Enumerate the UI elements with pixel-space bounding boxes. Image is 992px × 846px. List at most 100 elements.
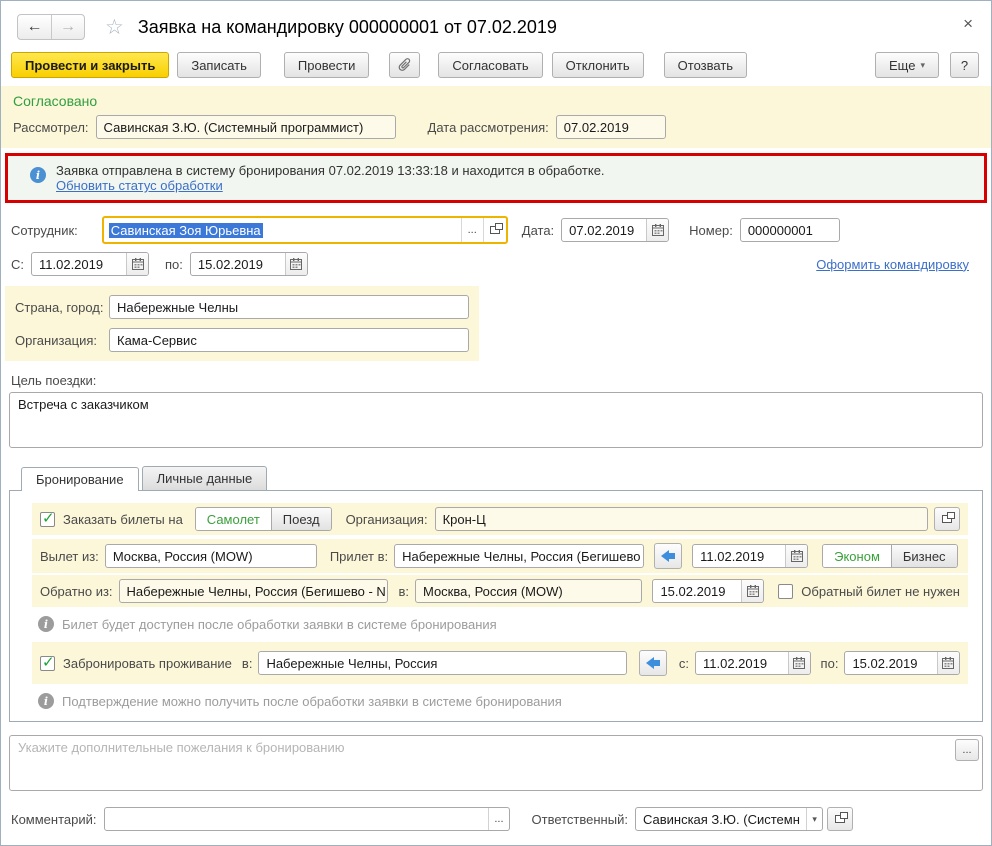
- notification-message: Заявка отправлена в систему бронирования…: [56, 163, 605, 178]
- review-date-field[interactable]: 07.02.2019: [555, 115, 666, 139]
- info-icon: i: [38, 616, 54, 632]
- withdraw-button[interactable]: Отозвать: [663, 52, 748, 78]
- attachments-button[interactable]: [389, 52, 421, 78]
- no-return-ticket-checkbox[interactable]: [778, 583, 794, 599]
- more-label: Еще: [889, 57, 916, 73]
- order-tickets-checkbox[interactable]: ✓: [40, 510, 55, 527]
- date-calendar-button[interactable]: [646, 219, 669, 241]
- lodging-to-calendar-button[interactable]: [936, 652, 959, 674]
- toolbar: Провести и закрыть Записать Провести Сог…: [1, 48, 991, 86]
- forward-arrow-icon: →: [60, 18, 76, 35]
- tab-personal-data[interactable]: Личные данные: [141, 466, 268, 490]
- help-button[interactable]: ?: [950, 52, 979, 78]
- ticket-organization-label: Организация:: [345, 511, 428, 527]
- responsible-field[interactable]: Савинская З.Ю. (Системн ▾: [634, 807, 823, 831]
- calendar-icon: [651, 224, 664, 236]
- more-button[interactable]: Еще ▾: [875, 52, 939, 78]
- footer-row: Комментарий: ... Ответственный: Савинска…: [1, 807, 991, 831]
- destination-label: Страна, город:: [15, 299, 104, 315]
- save-button[interactable]: Записать: [177, 52, 261, 78]
- period-from-value: 11.02.2019: [39, 256, 104, 272]
- employee-field[interactable]: Савинская Зоя Юрьевна ...: [101, 216, 508, 244]
- ticket-organization-open-button[interactable]: [934, 507, 960, 531]
- organization-label: Организация:: [15, 332, 98, 348]
- employee-open-button[interactable]: [482, 218, 506, 242]
- lodging-to-field[interactable]: 15.02.2019: [844, 651, 960, 675]
- class-switch: Эконом Бизнес: [822, 544, 958, 568]
- destination-field[interactable]: Набережные Челны: [109, 295, 469, 319]
- refresh-status-link[interactable]: Обновить статус обработки: [56, 178, 223, 193]
- comment-more-button[interactable]: ...: [488, 808, 508, 830]
- return-date-field[interactable]: 15.02.2019: [652, 579, 765, 603]
- depart-from-label: Вылет из:: [40, 548, 99, 564]
- responsible-dropdown-button[interactable]: ▾: [806, 808, 822, 830]
- post-and-close-button[interactable]: Провести и закрыть: [11, 52, 170, 78]
- lodging-to-label: по:: [820, 655, 839, 671]
- depart-date-field[interactable]: 11.02.2019: [692, 544, 809, 568]
- depart-from-field[interactable]: Москва, Россия (MOW): [104, 544, 317, 568]
- forward-button[interactable]: →: [51, 15, 84, 39]
- copy-dates-button[interactable]: [654, 543, 683, 569]
- return-from-field[interactable]: Набережные Челны, Россия (Бегишево - N: [118, 579, 389, 603]
- period-to-value: 15.02.2019: [197, 256, 263, 272]
- return-date-calendar-button[interactable]: [741, 580, 764, 602]
- arrive-to-field[interactable]: Набережные Челны, Россия (Бегишево: [394, 544, 645, 568]
- period-from-calendar-button[interactable]: [126, 253, 148, 275]
- create-trip-link[interactable]: Оформить командировку: [816, 257, 969, 272]
- period-from-field[interactable]: 11.02.2019: [31, 252, 149, 276]
- ticket-organization-field[interactable]: Крон-Ц: [434, 507, 928, 531]
- comment-label: Комментарий:: [11, 811, 97, 827]
- blue-left-arrow-icon: [645, 657, 660, 669]
- lodging-from-field[interactable]: 11.02.2019: [695, 651, 811, 675]
- purpose-textarea[interactable]: Встреча с заказчиком: [9, 392, 983, 448]
- reviewer-field[interactable]: Савинская З.Ю. (Системный программист): [95, 115, 396, 139]
- period-to-calendar-button[interactable]: [284, 253, 307, 275]
- copy-lodging-dates-button[interactable]: [638, 650, 667, 676]
- outbound-flight-row: Вылет из: Москва, Россия (MOW) Прилет в:…: [32, 539, 968, 573]
- return-to-field[interactable]: Москва, Россия (MOW): [414, 579, 643, 603]
- calendar-icon: [131, 258, 144, 270]
- decline-button[interactable]: Отклонить: [551, 52, 644, 78]
- approval-panel: Согласовано Рассмотрел: Савинская З.Ю. (…: [1, 86, 991, 148]
- post-button[interactable]: Провести: [283, 52, 370, 78]
- info-icon: i: [38, 693, 54, 709]
- approval-status: Согласовано: [13, 93, 98, 109]
- lodging-note-row: i Подтверждение можно получить после обр…: [38, 693, 968, 709]
- class-economy-option[interactable]: Эконом: [823, 545, 891, 567]
- lodging-checkbox[interactable]: ✓: [40, 654, 55, 671]
- purpose-label: Цель поездки:: [11, 373, 97, 388]
- approve-button[interactable]: Согласовать: [438, 52, 543, 78]
- responsible-value: Савинская З.Ю. (Системн: [642, 811, 800, 827]
- depart-date-calendar-button[interactable]: [785, 545, 808, 567]
- transport-train-option[interactable]: Поезд: [270, 508, 331, 530]
- number-field[interactable]: 000000001: [739, 218, 840, 242]
- destination-panel: Страна, город: Набережные Челны Организа…: [5, 286, 479, 361]
- back-button[interactable]: ←: [18, 15, 51, 39]
- open-form-icon: [834, 812, 848, 823]
- wishes-more-button[interactable]: ...: [955, 739, 979, 761]
- paperclip-icon: [398, 58, 411, 71]
- comment-field[interactable]: ...: [103, 807, 510, 831]
- favorite-star-icon[interactable]: ☆: [105, 15, 124, 40]
- wishes-textarea[interactable]: Укажите дополнительные пожелания к брони…: [9, 735, 983, 791]
- employee-row: Сотрудник: Савинская Зоя Юрьевна ... Дат…: [1, 216, 991, 244]
- close-icon[interactable]: ×: [957, 14, 979, 34]
- responsible-open-button[interactable]: [826, 807, 853, 831]
- period-to-field[interactable]: 15.02.2019: [189, 252, 308, 276]
- class-business-option[interactable]: Бизнес: [890, 545, 957, 567]
- transport-plane-option[interactable]: Самолет: [195, 508, 271, 530]
- organization-field[interactable]: Кама-Сервис: [109, 328, 469, 352]
- date-field[interactable]: 07.02.2019: [561, 218, 670, 242]
- title-bar: ← → ☆ Заявка на командировку 000000001 о…: [1, 1, 991, 48]
- calendar-icon: [746, 585, 759, 597]
- organization-value: Кама-Сервис: [117, 332, 197, 348]
- return-to-label: в:: [398, 583, 409, 599]
- arrive-to-value: Набережные Челны, Россия (Бегишево: [402, 548, 641, 564]
- tab-booking[interactable]: Бронирование: [21, 467, 139, 491]
- employee-choose-button[interactable]: ...: [460, 218, 483, 242]
- destination-value: Набережные Челны: [117, 299, 239, 315]
- lodging-city-field[interactable]: Набережные Челны, Россия: [258, 651, 627, 675]
- depart-date-value: 11.02.2019: [700, 548, 765, 564]
- lodging-from-calendar-button[interactable]: [787, 652, 810, 674]
- lodging-note-text: Подтверждение можно получить после обраб…: [62, 693, 562, 709]
